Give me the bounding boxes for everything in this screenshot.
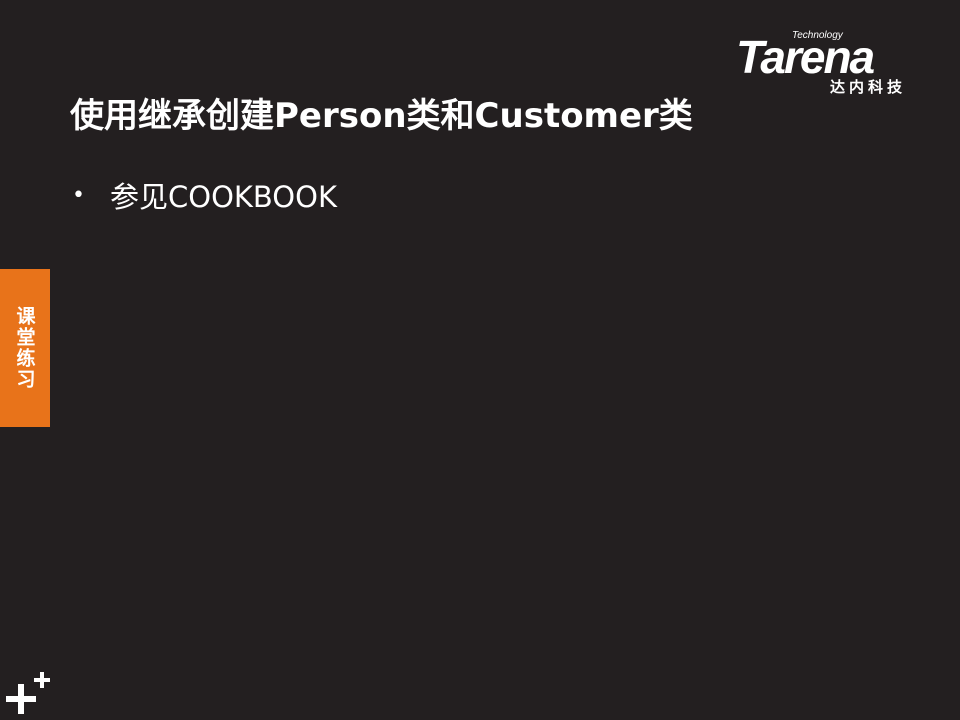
tarena-logo-icon: Technology Tarena 达内科技: [736, 30, 906, 96]
slide: Technology Tarena 达内科技 使用继承创建Person类和Cus…: [0, 0, 960, 720]
brand-logo: Technology Tarena 达内科技: [734, 28, 926, 96]
side-tab-label: 课堂练习: [13, 306, 36, 390]
logo-wordmark: Tarena: [736, 31, 875, 83]
bullet-list: • 参见COOKBOOK: [72, 172, 337, 218]
bullet-text: 参见COOKBOOK: [110, 180, 337, 214]
list-item: • 参见COOKBOOK: [72, 172, 337, 218]
side-tab: 课堂练习: [0, 269, 50, 427]
bullet-icon: •: [72, 182, 85, 208]
logo-chinese-name: 达内科技: [830, 78, 906, 96]
page-title: 使用继承创建Person类和Customer类: [70, 96, 693, 136]
double-plus-icon: [6, 671, 50, 715]
